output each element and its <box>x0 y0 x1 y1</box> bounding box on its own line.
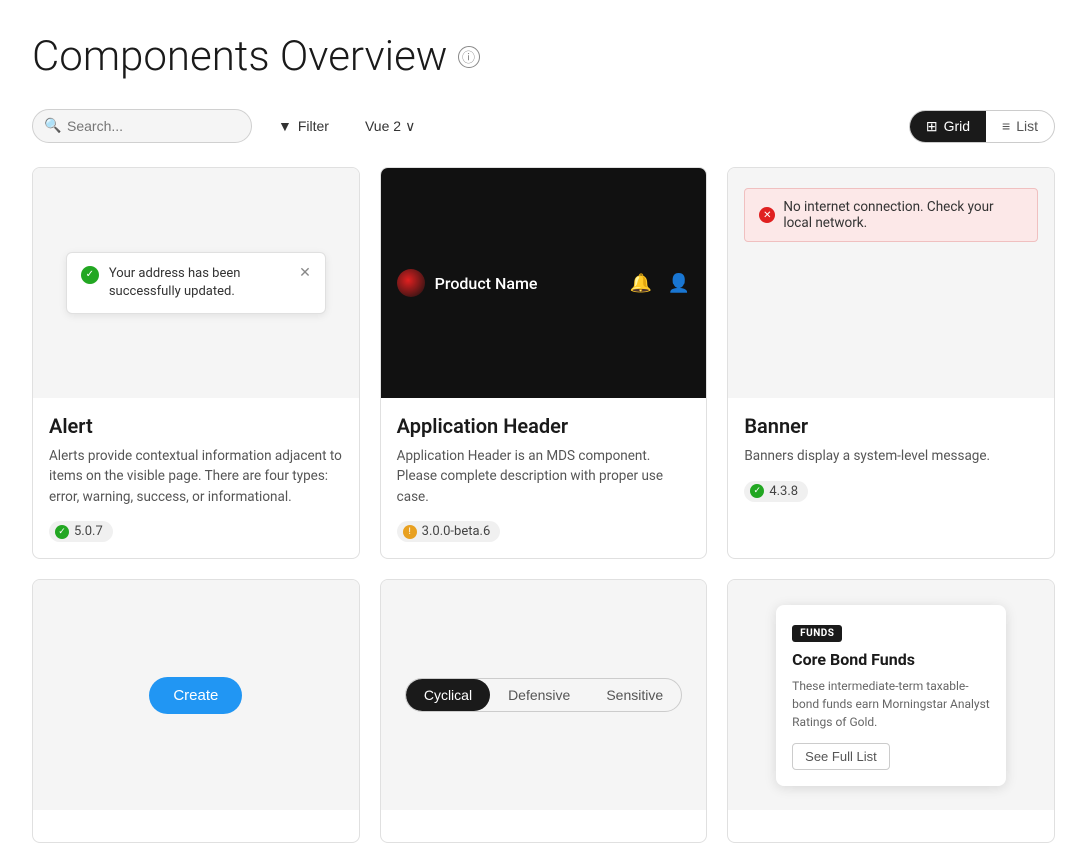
app-header-right: 🔔 👤 <box>629 273 690 294</box>
card-fund-preview: FUNDS Core Bond Funds These intermediate… <box>728 580 1054 810</box>
chevron-down-icon: ∨ <box>405 118 415 135</box>
version-dot-green2: ✓ <box>750 484 764 498</box>
fund-desc: These intermediate-term taxable-bond fun… <box>792 677 990 731</box>
seg-option-sensitive[interactable]: Sensitive <box>588 679 681 711</box>
alert-message: Your address has been successfully updat… <box>109 265 289 301</box>
card-alert-title: Alert <box>49 414 343 438</box>
version-dot-green: ✓ <box>55 525 69 539</box>
card-banner-version: ✓ 4.3.8 <box>744 481 808 502</box>
seg-option-defensive[interactable]: Defensive <box>490 679 588 711</box>
view-toggle: ⊞ Grid ≡ List <box>909 110 1055 143</box>
fund-title: Core Bond Funds <box>792 650 990 669</box>
vue-version-selector[interactable]: Vue 2 ∨ <box>355 112 425 141</box>
search-input[interactable] <box>32 109 252 143</box>
alert-close-icon[interactable]: ✕ <box>299 265 311 281</box>
filter-icon: ▼ <box>278 118 292 134</box>
card-alert-preview: ✓ Your address has been successfully upd… <box>33 168 359 398</box>
card-banner: ✕ No internet connection. Check your loc… <box>727 167 1055 559</box>
card-alert-desc: Alerts provide contextual information ad… <box>49 446 343 507</box>
card-button-body <box>33 810 359 842</box>
app-product-name: Product Name <box>435 274 538 293</box>
fund-tag: FUNDS <box>792 625 842 642</box>
card-fund: FUNDS Core Bond Funds These intermediate… <box>727 579 1055 843</box>
vue-label: Vue 2 <box>365 118 401 134</box>
card-app-header-body: Application Header Application Header is… <box>381 398 707 558</box>
card-segmented-preview: Cyclical Defensive Sensitive <box>381 580 707 810</box>
app-header-demo: Product Name 🔔 👤 <box>381 168 707 398</box>
info-icon[interactable]: ⓘ <box>458 46 480 68</box>
card-app-header-title: Application Header <box>397 414 691 438</box>
page-title: Components Overview <box>32 32 448 81</box>
app-header-inner: Product Name 🔔 👤 <box>397 269 691 297</box>
card-app-header: Product Name 🔔 👤 Application Header Appl… <box>380 167 708 559</box>
card-alert-version: ✓ 5.0.7 <box>49 521 113 542</box>
app-logo-icon <box>397 269 425 297</box>
card-banner-preview: ✕ No internet connection. Check your loc… <box>728 168 1054 398</box>
app-header-left: Product Name <box>397 269 538 297</box>
banner-message: No internet connection. Check your local… <box>783 199 1023 231</box>
alert-toast: ✓ Your address has been successfully upd… <box>66 252 326 314</box>
segmented-control-demo: Cyclical Defensive Sensitive <box>405 678 682 712</box>
list-icon: ≡ <box>1002 118 1010 134</box>
fund-card-demo: FUNDS Core Bond Funds These intermediate… <box>776 605 1006 786</box>
list-view-button[interactable]: ≡ List <box>986 111 1054 142</box>
card-app-header-preview: Product Name 🔔 👤 <box>381 168 707 398</box>
card-app-header-desc: Application Header is an MDS component. … <box>397 446 691 507</box>
card-segmented-body <box>381 810 707 842</box>
cards-grid: ✓ Your address has been successfully upd… <box>32 167 1055 843</box>
card-button-preview: Create <box>33 580 359 810</box>
banner-error-icon: ✕ <box>759 207 775 223</box>
banner-demo: ✕ No internet connection. Check your loc… <box>744 188 1038 242</box>
banner-bar: ✕ No internet connection. Check your loc… <box>744 188 1038 242</box>
filter-label: Filter <box>298 118 329 134</box>
card-banner-body: Banner Banners display a system-level me… <box>728 398 1054 518</box>
card-segmented: Cyclical Defensive Sensitive <box>380 579 708 843</box>
card-alert: ✓ Your address has been successfully upd… <box>32 167 360 559</box>
fund-see-full-list-button[interactable]: See Full List <box>792 743 890 770</box>
notification-icon: 🔔 <box>629 273 651 294</box>
grid-icon: ⊞ <box>926 118 938 135</box>
search-wrapper: 🔍 <box>32 109 252 143</box>
filter-button[interactable]: ▼ Filter <box>268 112 339 140</box>
seg-option-cyclical[interactable]: Cyclical <box>406 679 490 711</box>
card-app-header-version: ! 3.0.0-beta.6 <box>397 521 501 542</box>
alert-success-icon: ✓ <box>81 266 99 284</box>
user-icon: 👤 <box>668 273 690 294</box>
create-demo-button[interactable]: Create <box>149 677 242 714</box>
card-button: Create <box>32 579 360 843</box>
toolbar: 🔍 ▼ Filter Vue 2 ∨ ⊞ Grid ≡ List <box>32 109 1055 143</box>
card-fund-body <box>728 810 1054 842</box>
version-dot-orange: ! <box>403 525 417 539</box>
card-banner-desc: Banners display a system-level message. <box>744 446 1038 466</box>
search-icon: 🔍 <box>44 118 61 134</box>
card-banner-title: Banner <box>744 414 1038 438</box>
page-header: Components Overview ⓘ <box>32 32 1055 81</box>
card-alert-body: Alert Alerts provide contextual informat… <box>33 398 359 558</box>
grid-view-button[interactable]: ⊞ Grid <box>910 111 986 142</box>
